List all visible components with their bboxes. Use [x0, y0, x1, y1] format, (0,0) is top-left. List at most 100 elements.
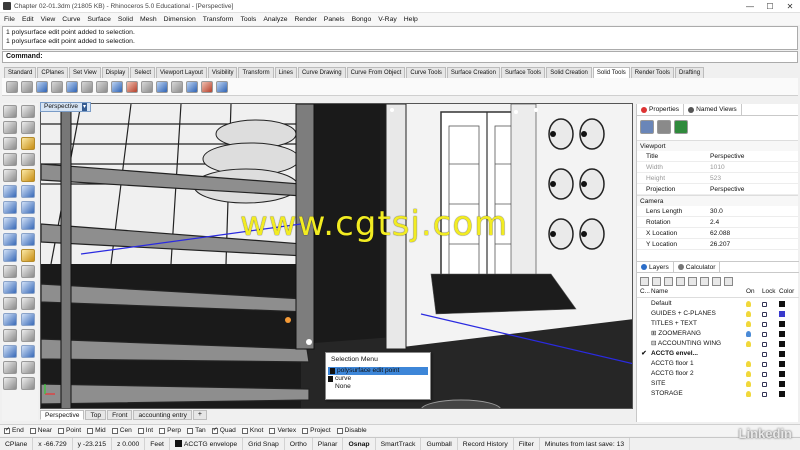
- analyze-icon[interactable]: [21, 345, 35, 358]
- osnap-disable-checkbox[interactable]: Disable: [336, 427, 367, 434]
- tab-select[interactable]: Select: [130, 67, 155, 78]
- tab-curve-tools[interactable]: Curve Tools: [406, 67, 446, 78]
- point-icon[interactable]: [3, 121, 17, 134]
- wire-cut-icon[interactable]: [141, 80, 153, 93]
- boolean-difference-icon[interactable]: [21, 80, 33, 93]
- minimize-button[interactable]: —: [740, 2, 760, 11]
- interpolate-curve-icon[interactable]: [21, 137, 35, 150]
- fillet-edge-icon[interactable]: [66, 80, 78, 93]
- layer-color-swatch[interactable]: [779, 299, 799, 309]
- add-viewport-tab-button[interactable]: +: [192, 410, 207, 420]
- menu-solid[interactable]: Solid: [118, 16, 133, 23]
- osnap-perp-checkbox[interactable]: Perp: [159, 427, 181, 434]
- checkbox-box[interactable]: [269, 427, 276, 434]
- menu-dimension[interactable]: Dimension: [164, 16, 196, 23]
- layer-name[interactable]: ACCTG floor 2: [651, 369, 746, 379]
- polyline-icon[interactable]: [21, 121, 35, 134]
- layer-on-toggle[interactable]: [746, 349, 762, 359]
- tab-transform[interactable]: Transform: [238, 67, 274, 78]
- new-layer-icon[interactable]: [640, 276, 649, 286]
- move-parent-icon[interactable]: [700, 276, 709, 286]
- layer-row[interactable]: ✔ ACCTG envel...: [637, 349, 799, 359]
- property-value[interactable]: Perspective: [707, 184, 798, 194]
- property-value[interactable]: 30.0: [707, 206, 798, 216]
- tab-curve-from-object[interactable]: Curve From Object: [346, 67, 406, 78]
- property-value[interactable]: 2.4: [707, 217, 798, 227]
- layer-row[interactable]: STORAGE: [637, 389, 799, 399]
- layer-tools-icon[interactable]: [21, 361, 35, 374]
- maximize-button[interactable]: ☐: [760, 2, 780, 11]
- checkbox-box[interactable]: [137, 427, 144, 434]
- join-icon[interactable]: [21, 265, 35, 278]
- command-input[interactable]: Command:: [2, 51, 798, 63]
- osnap-int-checkbox[interactable]: Int: [137, 427, 153, 434]
- current-layer-check[interactable]: [637, 339, 651, 349]
- layer-on-toggle[interactable]: [746, 329, 762, 339]
- tab-render-tools[interactable]: Render Tools: [630, 67, 675, 78]
- current-layer-check[interactable]: [637, 309, 651, 319]
- selection-menu-item[interactable]: curve: [326, 375, 430, 383]
- status-layer[interactable]: ACCTG envelope: [170, 437, 244, 450]
- osnap-toggle[interactable]: Osnap: [343, 437, 376, 450]
- array-icon[interactable]: [3, 329, 17, 342]
- menu-tools[interactable]: Tools: [240, 16, 256, 23]
- tab-lines[interactable]: Lines: [274, 67, 297, 78]
- move-down-icon[interactable]: [688, 276, 697, 286]
- menu-edit[interactable]: Edit: [22, 16, 34, 23]
- solid-edit-icon[interactable]: [156, 80, 168, 93]
- tab-surface-tools[interactable]: Surface Tools: [500, 67, 546, 78]
- layer-lock-toggle[interactable]: [762, 339, 779, 349]
- tab-accounting-entry[interactable]: accounting entry: [133, 410, 192, 420]
- layer-lock-toggle[interactable]: [762, 389, 779, 399]
- layer-color-swatch[interactable]: [779, 389, 799, 399]
- layer-color-swatch[interactable]: [779, 379, 799, 389]
- layer-lock-toggle[interactable]: [762, 309, 779, 319]
- extrude-icon[interactable]: [21, 185, 35, 198]
- curve-icon[interactable]: [3, 137, 17, 150]
- layer-row[interactable]: ⊞ ZOOMERANG: [637, 329, 799, 339]
- layer-name[interactable]: ⊟ ACCOUNTING WING: [651, 339, 746, 349]
- tab-display[interactable]: Display: [101, 67, 130, 78]
- menu-analyze[interactable]: Analyze: [263, 16, 287, 23]
- tab-cplanes[interactable]: CPlanes: [37, 67, 69, 78]
- osnap-point-checkbox[interactable]: Point: [58, 427, 81, 434]
- tab-drafting[interactable]: Drafting: [675, 67, 705, 78]
- layer-lock-toggle[interactable]: [762, 319, 779, 329]
- menu-file[interactable]: File: [4, 16, 15, 23]
- checkbox-box[interactable]: [58, 427, 65, 434]
- column-header-name[interactable]: Name: [651, 288, 746, 297]
- layer-lock-toggle[interactable]: [762, 349, 779, 359]
- move-icon[interactable]: [3, 297, 17, 310]
- tab-curve-drawing[interactable]: Curve Drawing: [297, 67, 346, 78]
- layer-row[interactable]: TITLES + TEXT: [637, 319, 799, 329]
- group-icon[interactable]: [3, 345, 17, 358]
- checkbox-box[interactable]: [211, 426, 218, 434]
- layer-on-toggle[interactable]: [746, 309, 762, 319]
- menu-curve[interactable]: Curve: [62, 16, 80, 23]
- layer-on-toggle[interactable]: [746, 389, 762, 399]
- menu-surface[interactable]: Surface: [87, 16, 110, 23]
- checkbox-box[interactable]: [241, 427, 248, 434]
- osnap-end-checkbox[interactable]: End: [4, 426, 24, 434]
- checkbox-box[interactable]: [4, 426, 10, 434]
- layer-color-swatch[interactable]: [779, 339, 799, 349]
- osnap-knot-checkbox[interactable]: Knot: [241, 427, 263, 434]
- mirror-icon[interactable]: [21, 329, 35, 342]
- menu-mesh[interactable]: Mesh: [140, 16, 157, 23]
- layer-name[interactable]: GUIDES + C-PLANES: [651, 309, 746, 319]
- osnap-tan-checkbox[interactable]: Tan: [187, 427, 206, 434]
- current-layer-check[interactable]: ✔: [637, 349, 651, 359]
- layer-settings-icon[interactable]: [724, 276, 733, 286]
- filter-toggle[interactable]: Filter: [514, 437, 540, 450]
- tab-solid-tools[interactable]: Solid Tools: [592, 67, 630, 78]
- boolean-union-icon[interactable]: [6, 80, 18, 93]
- menu-panels[interactable]: Panels: [324, 16, 345, 23]
- layer-on-toggle[interactable]: [746, 319, 762, 329]
- delete-layer-icon[interactable]: [664, 276, 673, 286]
- move-face-icon[interactable]: [111, 80, 123, 93]
- command-history[interactable]: 1 polysurface edit point added to select…: [2, 26, 798, 50]
- layer-on-toggle[interactable]: [746, 369, 762, 379]
- tab-layers[interactable]: Layers: [637, 262, 674, 272]
- layer-color-swatch[interactable]: [779, 359, 799, 369]
- column-header-color[interactable]: Color: [779, 288, 799, 297]
